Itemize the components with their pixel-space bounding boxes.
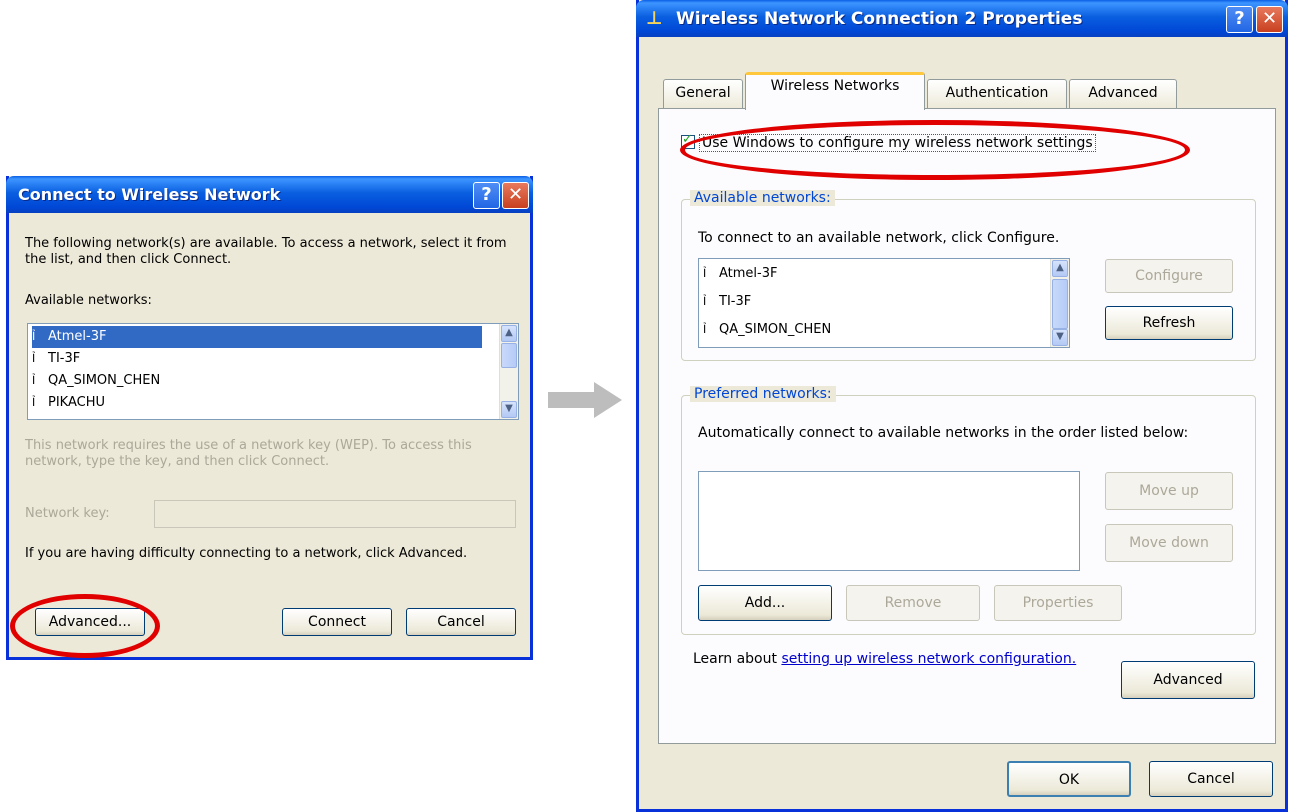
tab-general[interactable]: General: [663, 79, 743, 109]
wireless-networks-panel: ✓ Use Windows to configure my wireless n…: [658, 108, 1276, 744]
cancel-button[interactable]: Cancel: [1149, 761, 1273, 797]
move-down-button[interactable]: Move down: [1105, 524, 1233, 562]
learn-about-prefix: Learn about: [693, 651, 777, 667]
difficulty-text: If you are having difficulty connecting …: [25, 546, 468, 561]
network-list[interactable]: Ỉ Atmel-3F Ỉ TI-3F Ỉ QA_SIMON_CHEN Ỉ PIKACHU…: [27, 323, 519, 420]
antenna-icon: Ỉ: [703, 295, 707, 308]
dialog1-intro: The following network(s) are available. …: [25, 236, 507, 267]
dialog2-title-bar[interactable]: ⊥ Wireless Network Connection 2 Properti…: [636, 0, 1288, 37]
available-help-text: To connect to an available network, clic…: [698, 230, 1060, 246]
add-button[interactable]: Add...: [698, 585, 832, 621]
scroll-up-icon[interactable]: ▲: [501, 325, 517, 342]
connect-button[interactable]: Connect: [282, 608, 392, 636]
network-item-ti[interactable]: Ỉ TI-3F: [32, 348, 80, 370]
network-item-ti[interactable]: Ỉ TI-3F: [703, 291, 751, 313]
close-icon[interactable]: ✕: [1256, 6, 1283, 33]
dialog1-title: Connect to Wireless Network: [18, 185, 281, 204]
available-list-scrollbar[interactable]: ▲ ▼: [1050, 259, 1069, 347]
use-windows-label[interactable]: Use Windows to configure my wireless net…: [699, 134, 1096, 152]
move-up-button[interactable]: Move up: [1105, 472, 1233, 510]
antenna-icon: Ỉ: [32, 352, 36, 365]
cancel-button[interactable]: Cancel: [406, 608, 516, 636]
wireless-properties-dialog: ⊥ Wireless Network Connection 2 Properti…: [636, 0, 1288, 812]
setup-wireless-link[interactable]: setting up wireless network configuratio…: [781, 651, 1076, 667]
antenna-icon: Ỉ: [703, 323, 707, 336]
available-networks-label: Available networks:: [25, 293, 152, 308]
network-key-label: Network key:: [25, 506, 110, 521]
preferred-network-list[interactable]: [698, 471, 1080, 571]
scroll-down-icon[interactable]: ▼: [501, 401, 517, 418]
scroll-up-icon[interactable]: ▲: [1052, 260, 1068, 277]
help-icon[interactable]: ?: [473, 182, 500, 209]
tab-wireless-networks[interactable]: Wireless Networks: [745, 72, 925, 110]
dialog1-title-bar[interactable]: Connect to Wireless Network ? ✕: [6, 176, 533, 213]
available-network-list[interactable]: Ỉ Atmel-3F Ỉ TI-3F Ỉ QA_SIMON_CHEN ▲ ▼: [698, 258, 1070, 348]
tab-authentication[interactable]: Authentication: [927, 79, 1067, 109]
preferred-networks-group-label: Preferred networks:: [690, 386, 836, 402]
scroll-down-icon[interactable]: ▼: [1052, 329, 1068, 346]
right-arrow-icon: [548, 382, 622, 418]
wep-note: This network requires the use of a netwo…: [25, 438, 472, 469]
scroll-thumb[interactable]: [1052, 279, 1068, 329]
antenna-icon: Ỉ: [32, 374, 36, 387]
refresh-button[interactable]: Refresh: [1105, 306, 1233, 340]
ok-button[interactable]: OK: [1007, 761, 1131, 797]
network-item-qa-simon[interactable]: Ỉ QA_SIMON_CHEN: [703, 319, 831, 341]
antenna-icon: Ỉ: [32, 330, 36, 343]
available-networks-group-label: Available networks:: [690, 190, 835, 206]
network-connection-icon: ⊥: [646, 8, 663, 29]
help-icon[interactable]: ?: [1226, 6, 1253, 33]
tab-advanced[interactable]: Advanced: [1069, 79, 1177, 109]
advanced-button[interactable]: Advanced: [1121, 661, 1255, 699]
configure-button[interactable]: Configure: [1105, 259, 1233, 293]
antenna-icon: Ỉ: [703, 267, 707, 280]
close-icon[interactable]: ✕: [502, 182, 529, 209]
preferred-help-text: Automatically connect to available netwo…: [698, 425, 1189, 441]
checkmark-icon: ✓: [682, 132, 693, 147]
learn-about-text: Learn about setting up wireless network …: [693, 649, 1093, 669]
network-item-atmel[interactable]: Ỉ Atmel-3F: [32, 326, 482, 348]
connect-wireless-dialog: Connect to Wireless Network ? ✕ The foll…: [6, 176, 533, 660]
dialog2-title: Wireless Network Connection 2 Properties: [676, 9, 1083, 29]
network-item-atmel[interactable]: Ỉ Atmel-3F: [703, 263, 777, 285]
scroll-thumb[interactable]: [501, 343, 517, 368]
network-item-pikachu[interactable]: Ỉ PIKACHU: [32, 392, 105, 414]
antenna-icon: Ỉ: [32, 396, 36, 409]
network-item-qa-simon[interactable]: Ỉ QA_SIMON_CHEN: [32, 370, 160, 392]
network-key-field[interactable]: [154, 500, 516, 528]
preferred-networks-group: Preferred networks: Automatically connec…: [681, 386, 1256, 635]
advanced-button[interactable]: Advanced...: [35, 608, 145, 636]
use-windows-checkbox[interactable]: ✓: [681, 132, 695, 149]
remove-button[interactable]: Remove: [846, 585, 980, 621]
network-list-scrollbar[interactable]: ▲ ▼: [499, 324, 518, 419]
properties-button[interactable]: Properties: [994, 585, 1122, 621]
available-networks-group: Available networks: To connect to an ava…: [681, 190, 1256, 361]
